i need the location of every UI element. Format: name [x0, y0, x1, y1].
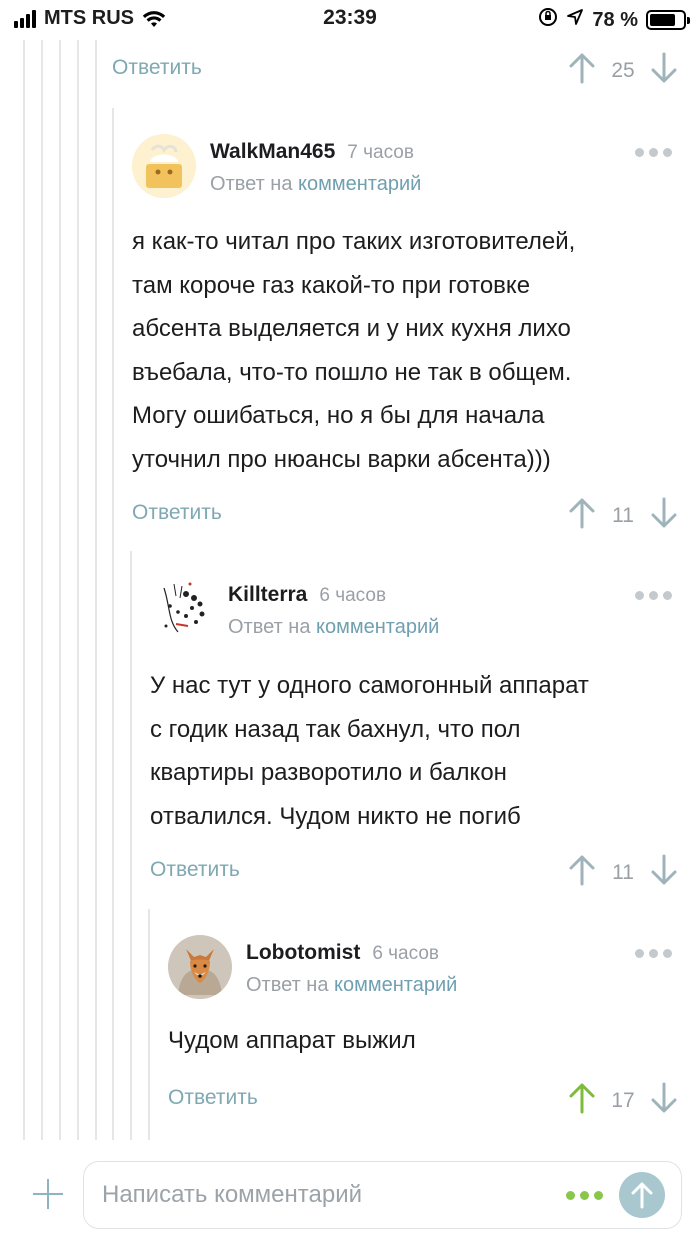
comment-input-box[interactable]	[83, 1161, 682, 1229]
reply-to-line: Ответ на комментарий	[246, 974, 457, 997]
comment: Killterra 6 часов Ответ на комментарий У …	[130, 551, 700, 1140]
more-options-icon[interactable]	[635, 591, 672, 600]
more-options-icon[interactable]	[635, 949, 672, 958]
send-button[interactable]	[619, 1172, 665, 1218]
comment-composer	[0, 1145, 700, 1245]
reply-to-line: Ответ на комментарий	[210, 173, 421, 196]
comment-line: уточнил про нюансы варки абсента)))	[132, 445, 551, 473]
comment-text: У нас тут у одного самогонный аппарат с …	[150, 664, 589, 838]
comment-line: отвалился. Чудом никто не погиб	[150, 802, 521, 830]
thread-line	[59, 40, 61, 1140]
reply-button[interactable]: Ответить	[132, 501, 222, 525]
comment-line: въебала, что-то пошло не так в общем.	[132, 358, 572, 386]
reply-to-link[interactable]: комментарий	[316, 616, 439, 638]
comment-text: Чудом аппарат выжил	[168, 1019, 416, 1063]
thread-line	[41, 40, 43, 1140]
orientation-lock-icon	[538, 7, 558, 33]
username[interactable]: Killterra	[228, 583, 307, 606]
username[interactable]: WalkMan465	[210, 140, 335, 163]
vote-count: 11	[612, 503, 634, 527]
comment-actions: Ответить 11	[150, 850, 700, 890]
more-options-icon[interactable]	[635, 148, 672, 157]
arrow-up-icon	[631, 1182, 653, 1209]
emoji-dots-icon[interactable]	[566, 1191, 603, 1200]
thread-line	[77, 40, 79, 1140]
cat-in-box-avatar	[132, 134, 196, 198]
location-arrow-icon	[566, 8, 584, 32]
comment: WalkMan465 7 часов Ответ на комментарий я…	[112, 108, 700, 1140]
attach-plus-icon[interactable]	[33, 1179, 63, 1209]
downvote-icon[interactable]	[650, 497, 678, 534]
reply-to-prefix: Ответ на	[246, 974, 329, 996]
status-bar: MTS RUS 23:39 78 %	[0, 0, 700, 40]
comment-author[interactable]: Lobotomist 6 часов	[246, 941, 439, 965]
comment-line: с годик назад так бахнул, что пол	[150, 715, 521, 743]
comment-input[interactable]	[102, 1174, 542, 1216]
battery-icon	[646, 10, 690, 30]
downvote-icon[interactable]	[650, 52, 678, 89]
fox-avatar	[168, 935, 232, 999]
comment-actions: Ответить 11	[132, 493, 700, 533]
comment-line: я как-то читал про таких изготовителей,	[132, 228, 576, 255]
reply-button[interactable]: Ответить	[112, 56, 202, 80]
upvote-icon-active[interactable]	[568, 1082, 596, 1119]
comment-actions: Ответить 17	[168, 1078, 700, 1118]
reply-to-link[interactable]: комментарий	[334, 974, 457, 996]
comment-line: Чудом аппарат выжил	[168, 1027, 416, 1054]
reply-to-line: Ответ на комментарий	[228, 616, 439, 639]
comment-line: абсента выделяется и у них кухня лихо	[132, 315, 571, 342]
reply-button[interactable]: Ответить	[168, 1086, 258, 1110]
upvote-icon[interactable]	[568, 497, 596, 534]
username[interactable]: Lobotomist	[246, 941, 360, 964]
comment-author[interactable]: WalkMan465 7 часов	[210, 140, 414, 164]
parent-comment-actions: Ответить 25	[112, 48, 700, 88]
battery-percent: 78 %	[592, 8, 638, 31]
comment-author[interactable]: Killterra 6 часов	[228, 583, 386, 607]
comment-time: 6 часов	[319, 585, 387, 606]
comment-line: квартиры разворотило и балкон	[150, 759, 507, 786]
comment: Lobotomist 6 часов Ответ на комментарий Ч…	[148, 909, 700, 1140]
comment-time: 6 часов	[372, 943, 439, 964]
reply-to-prefix: Ответ на	[228, 616, 311, 638]
reply-to-prefix: Ответ на	[210, 173, 293, 195]
vote-count: 11	[612, 860, 634, 884]
upvote-icon[interactable]	[568, 52, 596, 89]
downvote-icon[interactable]	[650, 854, 678, 891]
reply-button[interactable]: Ответить	[150, 858, 240, 882]
comment-time: 7 часов	[347, 142, 414, 163]
comment-line: там короче газ какой-то при готовке	[132, 271, 531, 299]
upvote-icon[interactable]	[568, 854, 596, 891]
downvote-icon[interactable]	[650, 1082, 678, 1119]
thread-line	[23, 40, 25, 1140]
comment-line: Могу ошибаться, но я бы для начала	[132, 402, 545, 429]
thread-line	[95, 40, 97, 1140]
reply-to-link[interactable]: комментарий	[298, 173, 421, 195]
comment-line: У нас тут у одного самогонный аппарат	[150, 672, 589, 699]
comment-text: я как-то читал про таких изготовителей, …	[132, 220, 575, 481]
vote-count: 17	[611, 1088, 635, 1112]
vote-count: 25	[611, 58, 635, 82]
sketch-face-avatar	[150, 576, 214, 640]
